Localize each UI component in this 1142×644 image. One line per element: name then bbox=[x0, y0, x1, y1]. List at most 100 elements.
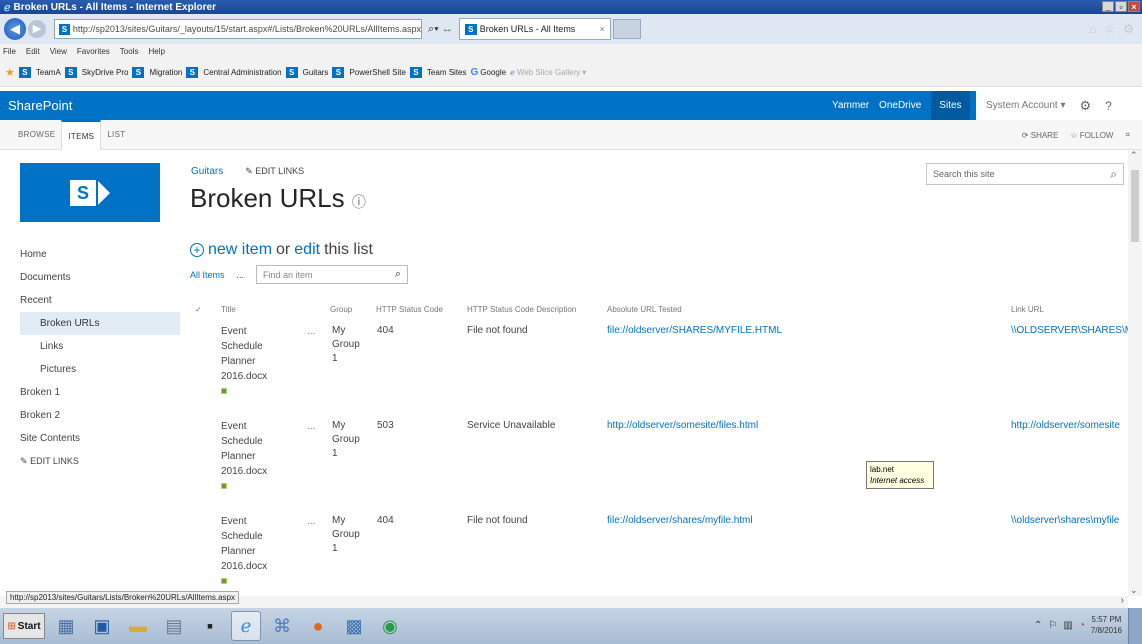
gear-icon[interactable]: ⚙ bbox=[1080, 98, 1092, 114]
notepad-icon[interactable]: ▤ bbox=[159, 611, 189, 641]
suite-link-yammer[interactable]: Yammer bbox=[832, 100, 869, 111]
back-button[interactable]: ◀ bbox=[4, 18, 26, 40]
tray-expand-icon[interactable]: ⌃ bbox=[1034, 620, 1042, 631]
tab-close-icon[interactable]: × bbox=[600, 24, 605, 34]
menu-help[interactable]: Help bbox=[148, 47, 164, 56]
col-title[interactable]: Title bbox=[221, 305, 236, 314]
network-tool-icon[interactable]: ⌘ bbox=[267, 611, 297, 641]
absolute-url-link[interactable]: http://oldserver/somesite/files.html bbox=[607, 420, 758, 431]
ql-broken-urls[interactable]: Broken URLs bbox=[20, 312, 180, 335]
absolute-url-link[interactable]: file://oldserver/SHARES/MYFILE.HTML bbox=[607, 325, 782, 336]
favorite-google[interactable]: G Google bbox=[471, 67, 507, 78]
scroll-thumb[interactable] bbox=[1131, 170, 1139, 242]
info-icon[interactable]: ⓘ bbox=[352, 194, 366, 210]
firefox-icon[interactable]: ● bbox=[303, 611, 333, 641]
favorite-guitars[interactable]: S Guitars bbox=[285, 67, 328, 78]
menu-tools[interactable]: Tools bbox=[120, 47, 139, 56]
item-menu-button[interactable]: ... bbox=[307, 421, 315, 432]
ql-links[interactable]: Links bbox=[20, 335, 180, 358]
tab-items[interactable]: ITEMS bbox=[61, 119, 102, 150]
vertical-scrollbar[interactable]: ⌃ ⌄ bbox=[1128, 150, 1142, 596]
settings-gear-icon[interactable]: ⚙ bbox=[1123, 22, 1134, 36]
item-menu-button[interactable]: ... bbox=[307, 516, 315, 527]
edit-list-link[interactable]: edit bbox=[294, 241, 320, 259]
suite-link-sites[interactable]: Sites bbox=[931, 91, 970, 120]
favorite-web-slice-gallery[interactable]: ℯ Web Slice Gallery ▾ bbox=[510, 68, 586, 77]
favorite-central-admin[interactable]: S Central Administration bbox=[186, 67, 282, 78]
search-icon[interactable]: ⌕ bbox=[1110, 167, 1117, 182]
network-icon[interactable]: ▥ bbox=[1063, 620, 1072, 631]
internet-explorer-icon[interactable]: ℯ bbox=[231, 611, 261, 641]
favorite-migration[interactable]: S Migration bbox=[132, 67, 182, 78]
ql-recent[interactable]: Recent bbox=[20, 289, 180, 312]
absolute-url-link[interactable]: file://oldserver/shares/myfile.html bbox=[607, 515, 753, 526]
favorite-powershell-site[interactable]: S PowerShell Site bbox=[332, 67, 406, 78]
link-url-link[interactable]: \\oldserver\shares\myfile bbox=[1011, 515, 1128, 526]
ql-home[interactable]: Home bbox=[20, 243, 180, 266]
edit-links-nav[interactable]: ✎ EDIT LINKS bbox=[20, 456, 180, 467]
view-all-items[interactable]: All Items bbox=[190, 270, 225, 280]
new-tab-button[interactable] bbox=[612, 19, 641, 39]
chrome-app-icon[interactable]: ◉ bbox=[375, 611, 405, 641]
sharepoint-brand[interactable]: SharePoint bbox=[8, 98, 72, 113]
ql-documents[interactable]: Documents bbox=[20, 266, 180, 289]
home-icon[interactable]: ⌂ bbox=[1089, 22, 1096, 36]
link-url-link[interactable]: http://oldserver/somesite bbox=[1011, 420, 1128, 431]
breadcrumb-site[interactable]: Guitars bbox=[191, 166, 223, 177]
col-http-status-desc[interactable]: HTTP Status Code Description bbox=[467, 305, 576, 314]
suite-link-onedrive[interactable]: OneDrive bbox=[879, 100, 921, 111]
help-icon[interactable]: ? bbox=[1105, 99, 1112, 113]
scroll-up-icon[interactable]: ⌃ bbox=[1130, 150, 1138, 161]
server-manager-icon[interactable]: ▦ bbox=[51, 611, 81, 641]
item-menu-button[interactable]: ... bbox=[307, 326, 315, 337]
col-absolute-url[interactable]: Absolute URL Tested bbox=[607, 305, 682, 314]
find-item-input[interactable]: Find an item ⌕ bbox=[256, 265, 409, 284]
command-prompt-icon[interactable]: ▪ bbox=[195, 611, 225, 641]
account-menu[interactable]: System Account ▾ bbox=[986, 100, 1066, 111]
menu-edit[interactable]: Edit bbox=[26, 47, 40, 56]
sql-tool-icon[interactable]: ▩ bbox=[339, 611, 369, 641]
link-url-link[interactable]: \\OLDSERVER\SHARES\M bbox=[1011, 325, 1128, 336]
favorite-skydrive-pro[interactable]: S SkyDrive Pro bbox=[64, 67, 128, 78]
volume-icon[interactable]: ◔ bbox=[1079, 620, 1085, 631]
address-bar[interactable]: S http://sp2013/sites/Guitars/_layouts/1… bbox=[54, 19, 422, 39]
col-link-url[interactable]: Link URL bbox=[1011, 305, 1044, 314]
site-logo[interactable]: S bbox=[20, 163, 160, 222]
edit-links-top[interactable]: ✎ EDIT LINKS bbox=[245, 166, 304, 177]
menu-file[interactable]: File bbox=[3, 47, 16, 56]
new-item-link[interactable]: new item bbox=[208, 241, 272, 259]
scroll-right-icon[interactable]: › bbox=[1121, 595, 1124, 606]
ql-broken-2[interactable]: Broken 2 bbox=[20, 404, 180, 427]
minimize-button[interactable]: _ bbox=[1102, 1, 1114, 12]
clock[interactable]: 5:57 PM 7/8/2016 bbox=[1091, 614, 1122, 636]
favorites-star-icon[interactable]: ☆ bbox=[1104, 22, 1115, 36]
search-icon[interactable]: ⌕▾ bbox=[428, 23, 439, 36]
table-row-title[interactable]: Event Schedule Planner 2016.docx bbox=[221, 324, 281, 399]
search-icon[interactable]: ⌕ bbox=[395, 268, 401, 281]
focus-on-content-icon[interactable]: ⌗ bbox=[1125, 130, 1130, 140]
ql-broken-1[interactable]: Broken 1 bbox=[20, 381, 180, 404]
col-group[interactable]: Group bbox=[330, 305, 352, 314]
tab-browse[interactable]: BROWSE bbox=[12, 120, 61, 150]
favorite-team-sites[interactable]: S Team Sites bbox=[409, 67, 467, 78]
flag-icon[interactable]: ⚐ bbox=[1048, 620, 1057, 631]
col-select-all[interactable]: ✓ bbox=[195, 305, 202, 314]
scroll-down-icon[interactable]: ⌄ bbox=[1130, 585, 1138, 596]
ql-site-contents[interactable]: Site Contents bbox=[20, 427, 180, 450]
browser-tab[interactable]: S Broken URLs - All Items × bbox=[458, 18, 611, 40]
search-input[interactable]: Search this site ⌕ bbox=[926, 163, 1124, 185]
add-icon[interactable]: + bbox=[190, 243, 204, 257]
maximize-button[interactable]: ▫ bbox=[1115, 1, 1127, 12]
follow-button[interactable]: ☆ FOLLOW bbox=[1070, 131, 1113, 140]
menu-view[interactable]: View bbox=[50, 47, 67, 56]
table-row-title[interactable]: Event Schedule Planner 2016.docx bbox=[221, 514, 281, 589]
show-desktop-button[interactable] bbox=[1128, 608, 1142, 644]
close-button[interactable]: × bbox=[1128, 1, 1140, 12]
view-more-button[interactable]: ... bbox=[237, 270, 245, 280]
tab-list[interactable]: LIST bbox=[101, 120, 131, 150]
favorite-teama[interactable]: S TeamA bbox=[18, 67, 61, 78]
menu-favorites[interactable]: Favorites bbox=[77, 47, 110, 56]
powershell-icon[interactable]: ▣ bbox=[87, 611, 117, 641]
ql-pictures[interactable]: Pictures bbox=[20, 358, 180, 381]
file-explorer-icon[interactable]: ▬ bbox=[123, 611, 153, 641]
